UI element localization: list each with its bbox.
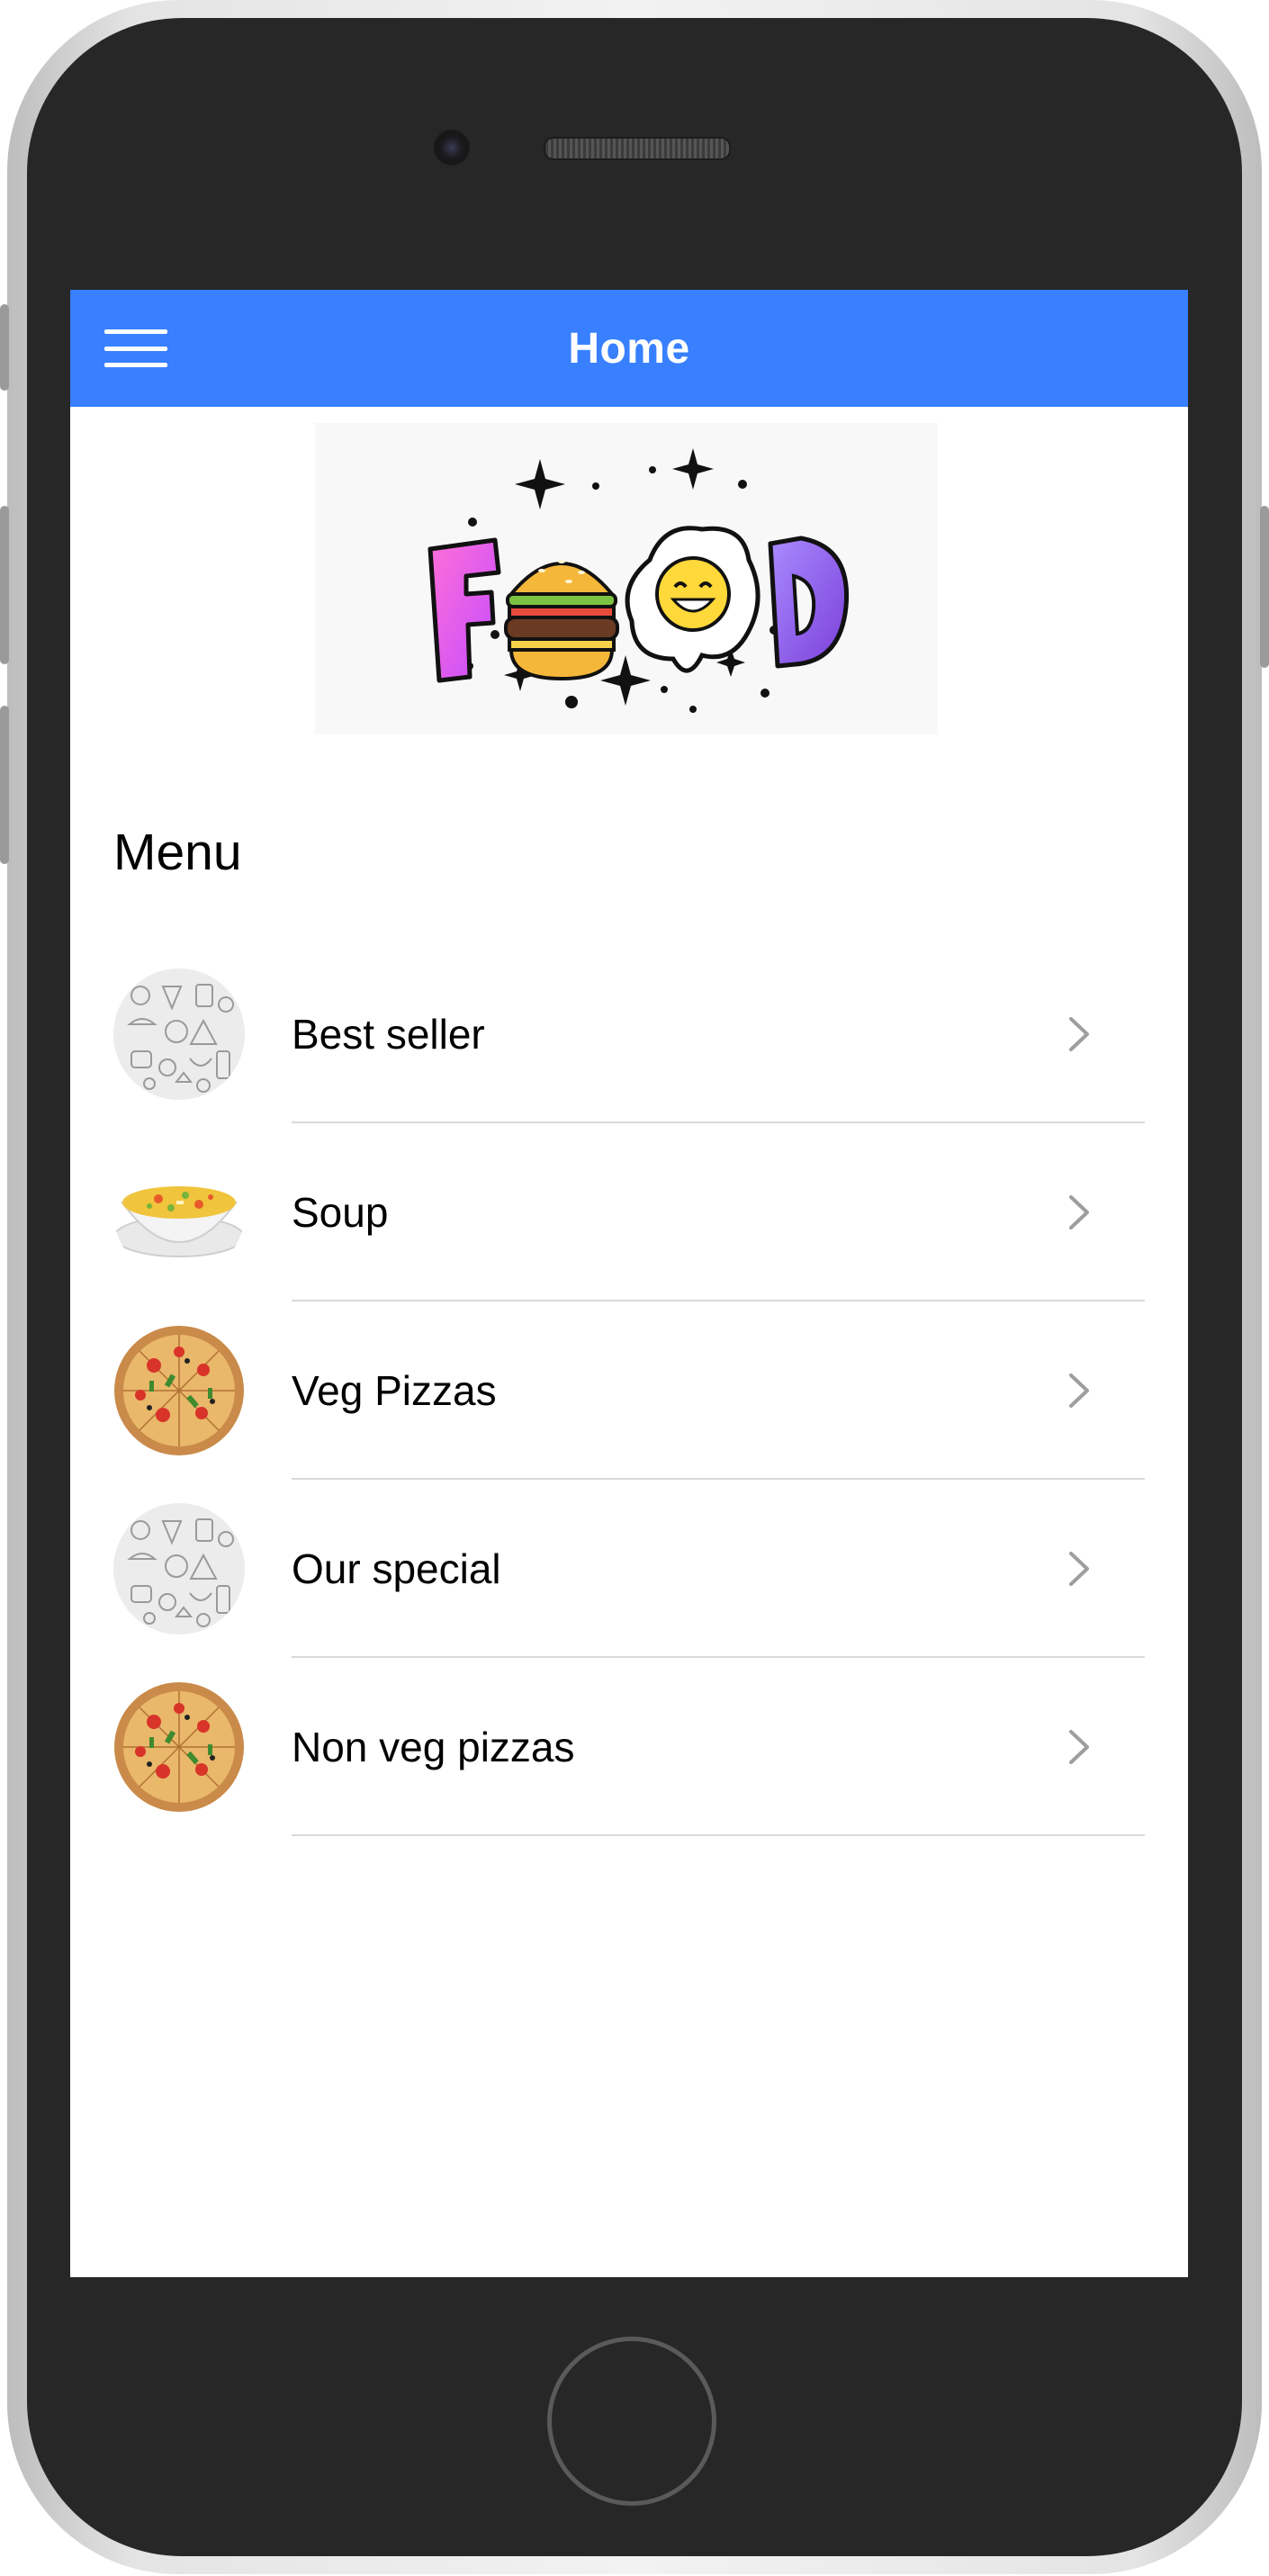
menu-item-label: Soup: [292, 1189, 389, 1236]
app-screen: Home Menu Best seller Soup Veg Pizzas Ou…: [70, 290, 1188, 2277]
chevron-right-icon: [1069, 1552, 1089, 1586]
pizza-icon: [113, 1681, 245, 1813]
food-logo: [315, 423, 938, 734]
earpiece-speaker: [544, 137, 731, 160]
menu-item-soup[interactable]: Soup: [70, 1123, 1188, 1302]
menu-item-label: Our special: [292, 1545, 501, 1592]
menu-list: Best seller Soup Veg Pizzas Our special …: [70, 945, 1188, 1836]
phone-volume-up-button: [0, 506, 9, 664]
doodle-pattern-icon: [113, 968, 245, 1100]
front-camera: [434, 130, 470, 166]
phone-power-button: [1260, 506, 1269, 668]
chevron-right-icon: [1069, 1017, 1089, 1051]
phone-silent-switch: [0, 304, 9, 391]
pizza-icon: [113, 1325, 245, 1456]
doodle-pattern-icon: [113, 1503, 245, 1635]
menu-item-veg-pizzas[interactable]: Veg Pizzas: [70, 1302, 1188, 1480]
menu-item-label: Best seller: [292, 1011, 485, 1058]
menu-item-label: Non veg pizzas: [292, 1724, 575, 1770]
menu-item-label: Veg Pizzas: [292, 1367, 497, 1414]
home-button[interactable]: [547, 2337, 716, 2506]
hamburger-menu-icon[interactable]: [104, 326, 167, 371]
food-logo-image: [428, 448, 850, 713]
section-title-menu: Menu: [113, 824, 242, 881]
phone-volume-down-button: [0, 706, 9, 864]
chevron-right-icon: [1069, 1730, 1089, 1764]
chevron-right-icon: [1069, 1195, 1089, 1229]
menu-item-non-veg-pizzas[interactable]: Non veg pizzas: [70, 1658, 1188, 1836]
app-header: Home: [70, 290, 1188, 407]
menu-item-best-seller[interactable]: Best seller: [70, 945, 1188, 1123]
soup-bowl-icon: [113, 1147, 245, 1278]
menu-item-our-special[interactable]: Our special: [70, 1480, 1188, 1658]
page-title: Home: [568, 324, 690, 373]
chevron-right-icon: [1069, 1374, 1089, 1408]
divider: [292, 1834, 1145, 1836]
